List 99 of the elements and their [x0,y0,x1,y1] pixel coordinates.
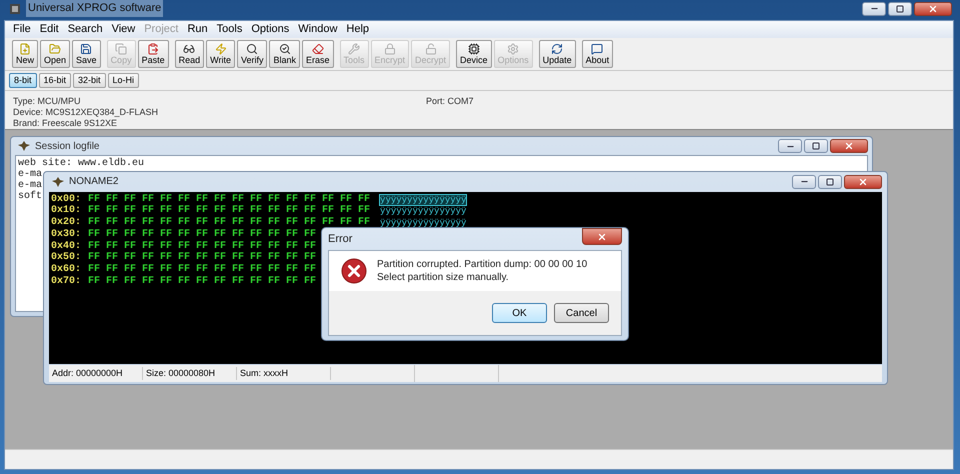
hex-address: 0x40: [51,242,82,252]
toolbar-button[interactable]: New [12,40,38,68]
copy-icon [115,42,128,54]
log-line: web site: www.eldb.eu [18,158,144,169]
app-icon [10,4,20,14]
toolbar-button[interactable]: Save [72,40,101,68]
maximize-icon [896,4,904,12]
lock-icon [384,42,396,54]
dialog-button[interactable]: OK [492,303,547,323]
menu-item[interactable]: File [9,21,35,38]
refresh-icon [551,42,564,54]
close-icon [858,176,868,187]
folder-icon [49,42,62,54]
close-icon [928,4,938,14]
lightning-icon [214,42,227,54]
hex-bytes: FF FF FF FF FF FF FF FF FF FF FF FF FF [88,253,316,264]
log-line: e-ma [18,180,42,191]
hex-address: 0x60: [51,264,82,275]
speech-bubble-icon [591,42,604,54]
hex-address: 0x20: [51,218,82,228]
magnifier-check-icon [278,42,291,54]
close-button[interactable] [844,174,882,189]
port-label: Port: COM7 [426,96,474,108]
close-button[interactable] [914,2,952,16]
bit-mode-tab[interactable]: 8-bit [9,73,37,88]
bit-mode-tab[interactable]: Lo-Hi [108,73,140,88]
status-field: Addr: 00000000H [49,366,143,380]
chip-icon [468,42,480,54]
maximize-icon [826,178,834,186]
menu-item[interactable]: Tools [212,21,246,38]
dialog-title: Error [328,232,352,247]
magnifier-icon [246,42,258,54]
ascii-text: ÿÿÿÿÿÿÿÿÿÿÿÿÿÿÿÿ [379,205,468,218]
save-icon [80,42,92,54]
hex-address: 0x70: [51,276,82,287]
toolbar-button[interactable]: Device [456,40,492,68]
toolbar-button[interactable]: Open [40,40,70,68]
eraser-icon [312,42,324,54]
menu-item[interactable]: View [108,21,140,38]
error-message: Partition corrupted. Partition dump: 00 00 00 10 [377,258,588,271]
toolbar-button[interactable]: Blank [269,40,300,68]
glasses-icon [183,42,196,54]
hex-bytes: FF FF FF FF FF FF FF FF FF FF FF FF FF FF FF FF [88,218,370,228]
hex-bytes: FF FF FF FF FF FF FF FF FF FF FF FF FF [88,276,316,287]
dialog-button[interactable]: Cancel [554,303,609,323]
toolbar-button[interactable]: Verify [236,40,268,68]
menu-item[interactable]: Search [64,21,107,38]
new-file-icon [19,42,31,54]
gear-icon [507,42,520,54]
hex-bytes: FF FF FF FF FF FF FF FF FF FF FF FF FF FF FF FF [88,194,370,205]
toolbar-button[interactable]: Read [174,40,204,68]
hex-bytes: FF FF FF FF FF FF FF FF FF FF FF FF FF [88,264,316,275]
bit-mode-tab[interactable]: 16-bit [38,73,72,88]
hex-bytes: FF FF FF FF FF FF FF FF FF FF FF FF FF [88,230,316,240]
app-icon [52,176,64,187]
hex-address: 0x30: [51,230,82,240]
paste-icon [147,42,160,54]
hex-bytes: FF FF FF FF FF FF FF FF FF FF FF FF FF [88,242,316,252]
app-icon [18,141,30,151]
hex-address: 0x00: [51,194,82,205]
menu-item[interactable]: Edit [36,21,63,38]
type-label: Type: MCU/MPU [13,96,82,107]
close-button[interactable] [830,139,868,153]
status-field: Sum: xxxxH [237,366,331,380]
ascii-text: ÿÿÿÿÿÿÿÿÿÿÿÿÿÿÿÿ [379,217,468,230]
brand-label: Brand: Freescale 9S12XE [13,118,118,129]
toolbar-button[interactable]: About [582,40,614,68]
window-title: NONAME2 [69,175,118,190]
error-message: Select partition size manually. [377,271,510,284]
minimize-button[interactable] [862,2,886,16]
menu-item[interactable]: Options [247,21,294,38]
hex-address: 0x10: [51,206,82,216]
hex-address: 0x50: [51,253,82,264]
maximize-button[interactable] [818,174,842,189]
menu-item[interactable]: Help [342,21,374,38]
log-line: e-ma [18,169,42,180]
bit-mode-tab[interactable]: 32-bit [73,73,106,88]
close-button[interactable] [582,228,622,245]
toolbar-button[interactable]: Write [206,40,235,68]
device-label: Device: MC9S12XEQ384_D-FLASH [13,107,160,118]
window-title: Universal XPROG software [26,0,164,17]
maximize-button[interactable] [888,2,912,16]
wrench-icon [348,42,360,54]
maximize-icon [812,142,820,150]
hex-bytes: FF FF FF FF FF FF FF FF FF FF FF FF FF FF FF FF [88,206,370,216]
ascii-text: ÿÿÿÿÿÿÿÿÿÿÿÿÿÿÿÿ [379,194,468,206]
error-icon [341,258,367,284]
toolbar-button[interactable]: Erase [302,40,334,68]
toolbar-button[interactable]: Paste [138,40,169,68]
close-icon [844,141,854,151]
log-line: soft [18,191,42,202]
window-title: Session logfile [35,140,100,154]
toolbar-button[interactable]: Update [538,40,576,68]
menu-item[interactable]: Run [183,21,212,38]
close-icon [597,232,607,242]
maximize-button[interactable] [804,139,828,153]
status-field: Size: 00000080H [143,366,237,380]
unlock-icon [424,42,437,54]
menu-item[interactable]: Window [294,21,342,38]
